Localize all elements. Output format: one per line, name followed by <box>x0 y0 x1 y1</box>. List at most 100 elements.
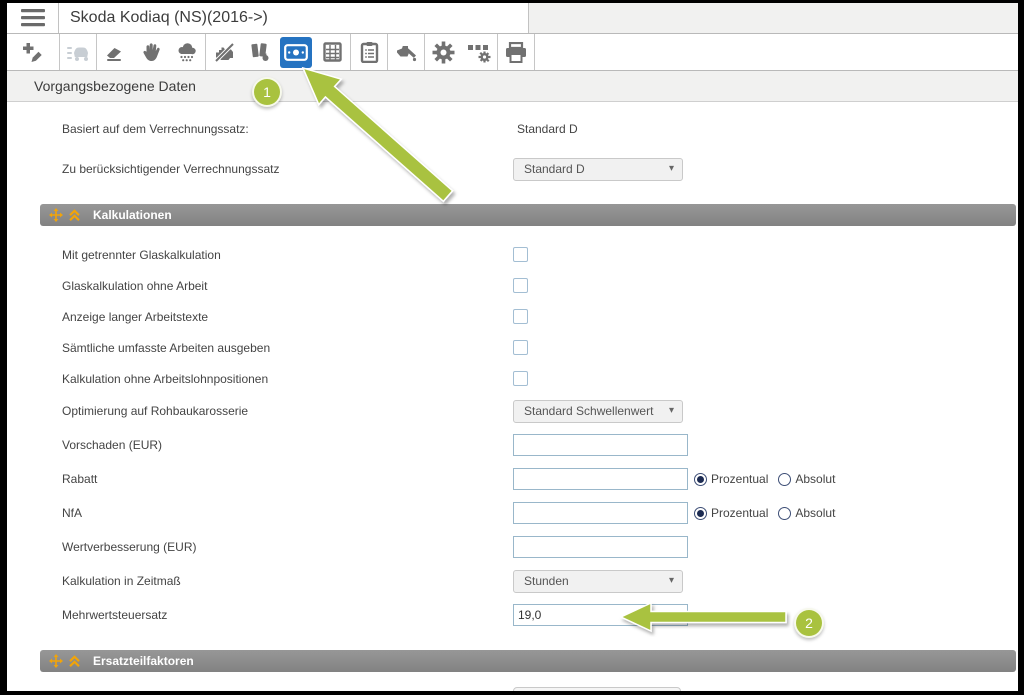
vorschaden-input[interactable] <box>513 434 688 456</box>
checkbox-row: Anzeige langer Arbeitstexte <box>62 301 1018 332</box>
add-edit-button[interactable] <box>7 34 59 70</box>
radio-selected-icon[interactable] <box>694 507 707 520</box>
vorschaden-row: Vorschaden (EUR) <box>62 428 1018 462</box>
table-button[interactable] <box>314 34 350 70</box>
rabatt-input[interactable] <box>513 468 688 490</box>
ohne-arbeitslohn-checkbox[interactable] <box>513 371 528 386</box>
rabatt-radio-group: Prozentual Absolut <box>694 472 835 486</box>
nfa-absolut-option[interactable]: Absolut <box>778 506 835 520</box>
nfa-label: NfA <box>62 506 513 520</box>
wertverbesserung-input[interactable] <box>513 536 688 558</box>
move-icon[interactable] <box>49 654 63 668</box>
mwst-input[interactable] <box>513 604 688 626</box>
radio-label: Absolut <box>795 472 835 486</box>
section-ersatzteilfaktoren[interactable]: Ersatzteilfaktoren <box>40 650 1016 672</box>
wertverbesserung-row: Wertverbesserung (EUR) <box>62 530 1018 564</box>
optimierung-label: Optimierung auf Rohbaukarosserie <box>62 404 513 418</box>
clipboard-icon <box>360 41 379 63</box>
umfasste-arbeiten-checkbox[interactable] <box>513 340 528 355</box>
checkbox-label: Sämtliche umfasste Arbeiten ausgeben <box>62 341 513 355</box>
move-icon[interactable] <box>49 208 63 222</box>
radio-unselected-icon[interactable] <box>778 507 791 520</box>
positions-gear-icon <box>467 41 491 63</box>
radio-unselected-icon[interactable] <box>778 473 791 486</box>
title-bar: Skoda Kodiaq (NS)(2016->) <box>7 3 1018 34</box>
positions-settings-button[interactable] <box>461 34 497 70</box>
nfa-prozentual-option[interactable]: Prozentual <box>694 506 768 520</box>
calculation-button[interactable] <box>278 34 314 70</box>
checkbox-label: Glaskalkulation ohne Arbeit <box>62 279 513 293</box>
engine-excluded-button[interactable] <box>206 34 242 70</box>
rate-select-dropdown[interactable]: Standard D ▾ <box>513 158 683 181</box>
section-kalkulationen[interactable]: Kalkulationen <box>40 204 1016 226</box>
hand-button[interactable] <box>133 34 169 70</box>
rate-base-value: Standard D <box>513 122 578 136</box>
mwst-row: Mehrwertsteuersatz <box>62 598 1018 632</box>
hamburger-icon <box>21 9 45 27</box>
checkbox-label: Anzeige langer Arbeitstexte <box>62 310 513 324</box>
section-title: Kalkulationen <box>93 208 172 222</box>
vorschaden-label: Vorschaden (EUR) <box>62 438 513 452</box>
collapse-icon[interactable] <box>68 209 81 222</box>
nfa-row: NfA Prozentual Absolut <box>62 496 1018 530</box>
worklist-button[interactable] <box>351 34 387 70</box>
radio-label: Absolut <box>795 506 835 520</box>
engine-crossed-icon <box>213 42 236 63</box>
partial-dropdown[interactable] <box>513 687 681 691</box>
rabatt-absolut-option[interactable]: Absolut <box>778 472 835 486</box>
zeitmass-label: Kalkulation in Zeitmaß <box>62 574 513 588</box>
lange-arbeitstexte-checkbox[interactable] <box>513 309 528 324</box>
eraser-icon <box>105 43 126 62</box>
eraser-button[interactable] <box>97 34 133 70</box>
checkbox-row: Sämtliche umfasste Arbeiten ausgeben <box>62 332 1018 363</box>
glas-ohne-arbeit-checkbox[interactable] <box>513 278 528 293</box>
partial-row <box>62 672 1018 691</box>
rabatt-row: Rabatt Prozentual Absolut <box>62 462 1018 496</box>
radio-label: Prozentual <box>711 506 768 520</box>
oil-can-icon <box>395 43 418 62</box>
radio-selected-icon[interactable] <box>694 473 707 486</box>
nfa-input[interactable] <box>513 502 688 524</box>
mwst-label: Mehrwertsteuersatz <box>62 608 513 622</box>
rate-select-row: Zu berücksichtigender Verrechnungssatz S… <box>62 154 1018 184</box>
printer-icon <box>505 42 527 63</box>
checkbox-label: Mit getrennter Glaskalkulation <box>62 248 513 262</box>
optimierung-dropdown-value: Standard Schwellenwert <box>524 404 653 418</box>
radio-label: Prozentual <box>711 472 768 486</box>
optimierung-row: Optimierung auf Rohbaukarosserie Standar… <box>62 394 1018 428</box>
zeitmass-row: Kalkulation in Zeitmaß Stunden ▾ <box>62 564 1018 598</box>
collapse-icon[interactable] <box>68 655 81 668</box>
toolbar <box>7 34 1018 71</box>
zeitmass-dropdown[interactable]: Stunden ▾ <box>513 570 683 593</box>
books-icon <box>249 41 272 63</box>
title-bar-spacer <box>529 3 1018 33</box>
hand-icon <box>142 42 161 63</box>
vehicle-positions-button[interactable] <box>60 34 96 70</box>
wertverbesserung-label: Wertverbesserung (EUR) <box>62 540 513 554</box>
chevron-down-icon: ▾ <box>669 575 674 586</box>
vehicle-title: Skoda Kodiaq (NS)(2016->) <box>59 3 529 33</box>
section-title: Ersatzteilfaktoren <box>93 654 194 668</box>
glaskalkulation-checkbox[interactable] <box>513 247 528 262</box>
app-window: Skoda Kodiaq (NS)(2016->) <box>7 3 1018 691</box>
checkbox-row: Kalkulation ohne Arbeitslohnpositionen <box>62 363 1018 394</box>
print-button[interactable] <box>498 34 534 70</box>
menu-button[interactable] <box>7 3 59 33</box>
rate-base-row: Basiert auf dem Verrechnungssatz: Standa… <box>62 116 1018 142</box>
checkbox-label: Kalkulation ohne Arbeitslohnpositionen <box>62 372 513 386</box>
checkbox-row: Mit getrennter Glaskalkulation <box>62 239 1018 270</box>
form-area: Basiert auf dem Verrechnungssatz: Standa… <box>7 116 1018 691</box>
optimierung-dropdown[interactable]: Standard Schwellenwert ▾ <box>513 400 683 423</box>
zeitmass-dropdown-value: Stunden <box>524 574 569 588</box>
rate-select-label: Zu berücksichtigender Verrechnungssatz <box>62 162 513 176</box>
settings-button[interactable] <box>425 34 461 70</box>
parts-catalog-button[interactable] <box>242 34 278 70</box>
plus-pencil-icon <box>22 42 44 63</box>
chevron-down-icon: ▾ <box>669 163 674 174</box>
hail-damage-button[interactable] <box>169 34 205 70</box>
checkbox-row: Glaskalkulation ohne Arbeit <box>62 270 1018 301</box>
rabatt-prozentual-option[interactable]: Prozentual <box>694 472 768 486</box>
lacquer-button[interactable] <box>388 34 424 70</box>
car-positions-icon <box>66 41 90 63</box>
rate-base-label: Basiert auf dem Verrechnungssatz: <box>62 122 513 136</box>
